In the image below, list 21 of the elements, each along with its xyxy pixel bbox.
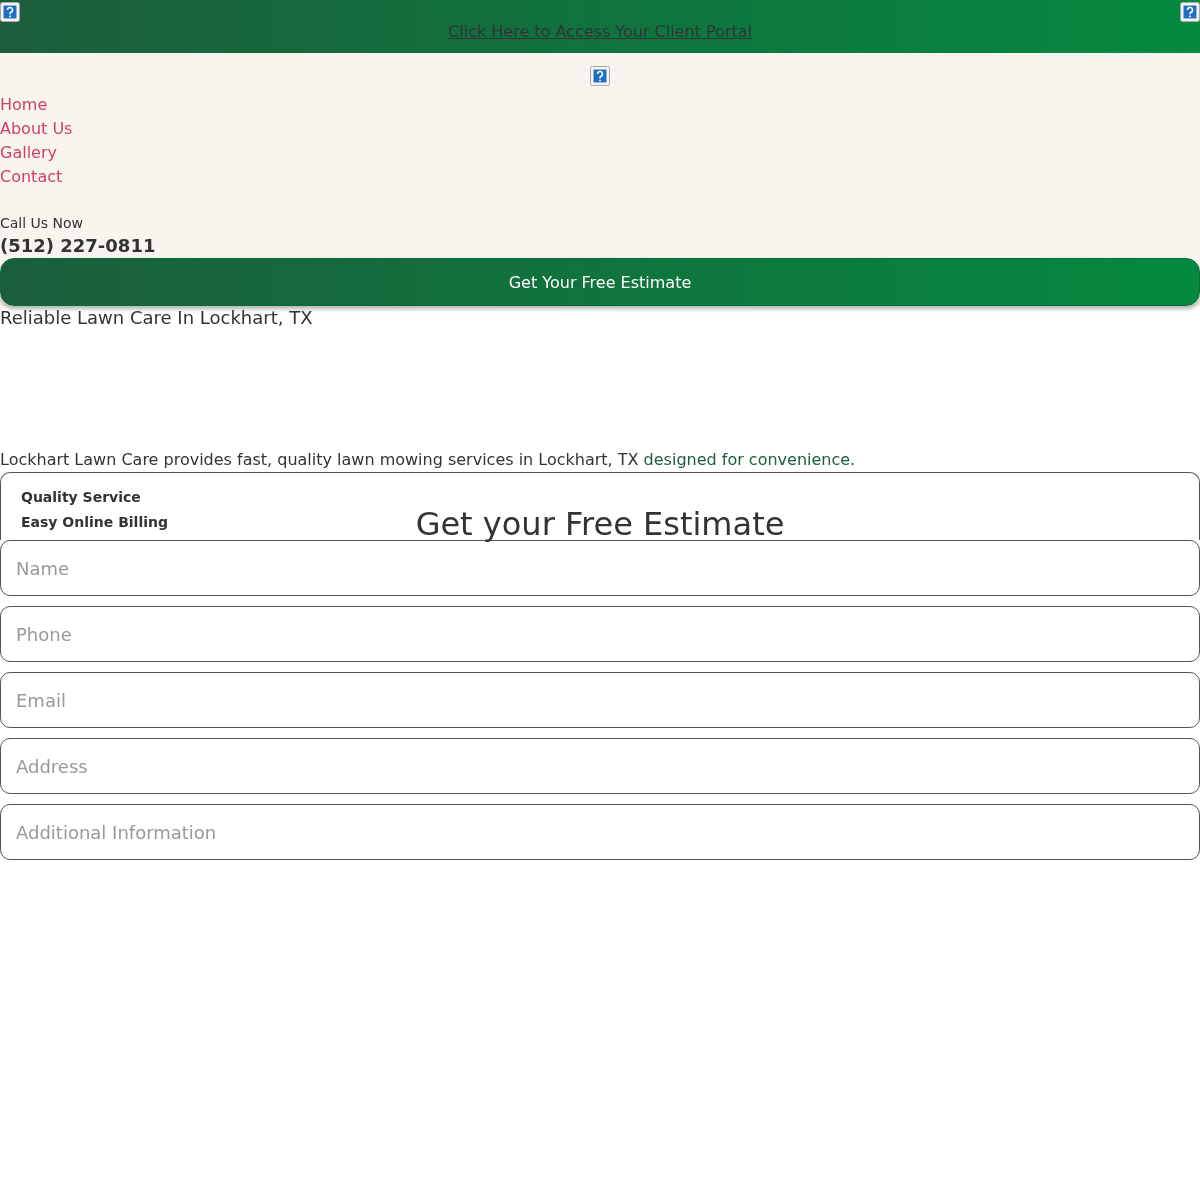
input-field[interactable]: Email	[0, 672, 1200, 728]
input-field[interactable]: Phone	[0, 606, 1200, 662]
phone-number: (512) 227-0811	[0, 235, 157, 256]
form-heading: Get your Free Estimate	[415, 505, 785, 543]
broken-image-icon	[0, 2, 20, 22]
input-field[interactable]: Name	[0, 540, 1200, 596]
feature-item: Quality Service	[21, 488, 141, 507]
broken-image-icon	[1180, 2, 1200, 22]
feature-item: Easy Online Billing	[21, 513, 168, 532]
intro-paragraph: Lockhart Lawn Care provides fast, quality lawn mowing services in Lockhart, TX designed for convenience.	[0, 450, 857, 470]
call-label: Call Us Now	[0, 215, 85, 231]
input-field[interactable]: Additional Information	[0, 804, 1200, 860]
broken-image-icon	[590, 66, 610, 86]
free-estimate-button[interactable]: Get Your Free Estimate	[0, 258, 1200, 306]
highlight-link[interactable]: designed for convenience.	[643, 450, 856, 469]
nav-link[interactable]: About Us	[0, 119, 73, 138]
input-field[interactable]: Address	[0, 738, 1200, 794]
nav-link[interactable]: Gallery	[0, 143, 57, 162]
nav-link[interactable]: Contact	[0, 167, 63, 186]
page-heading: Reliable Lawn Care In Lockhart, TX	[0, 306, 314, 330]
nav-link[interactable]: Home	[0, 95, 48, 114]
